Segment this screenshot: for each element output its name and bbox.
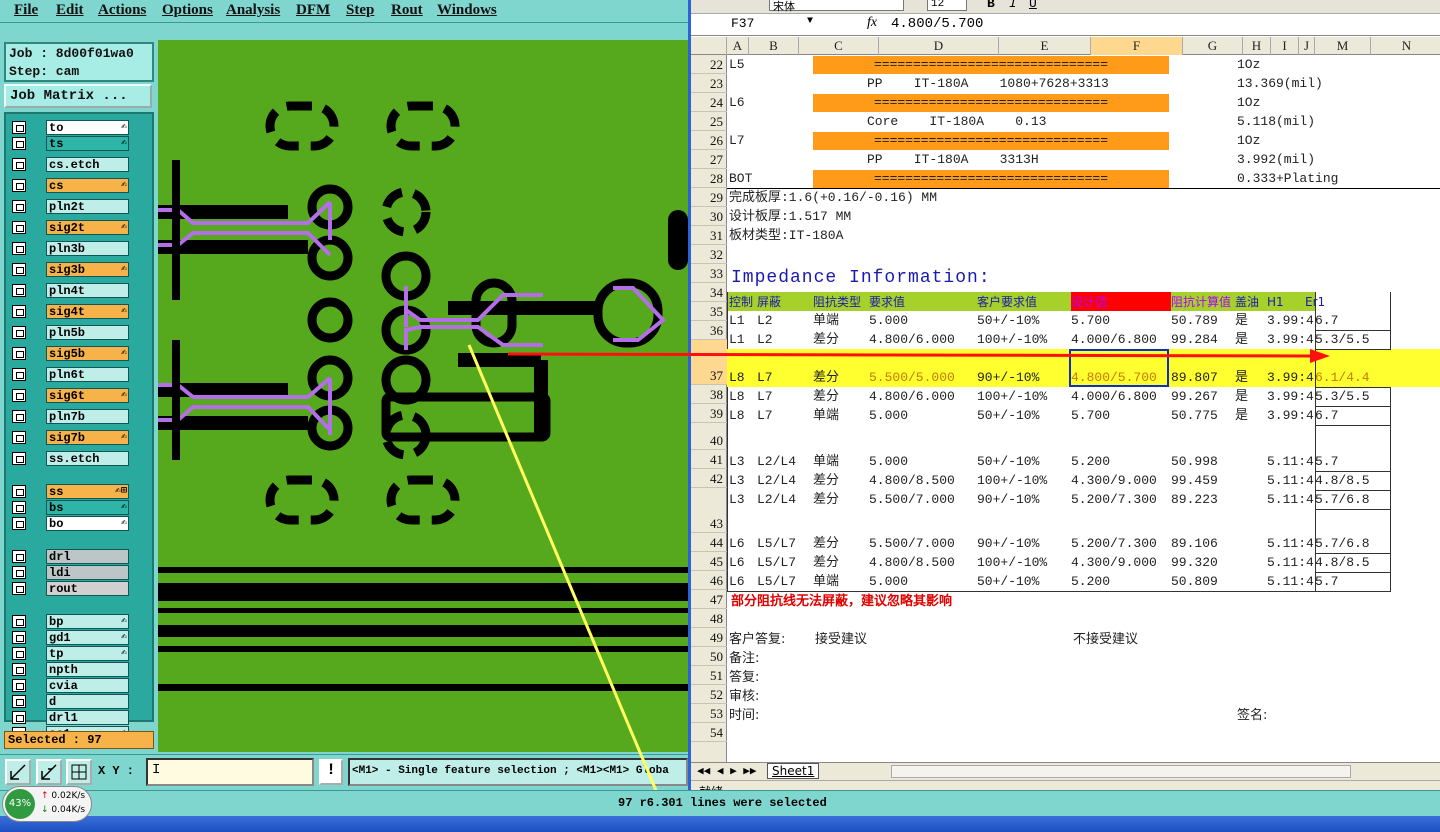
network-percent: 43% — [5, 789, 35, 819]
network-monitor: 43% ↑ 0.02K/s ↓ 0.04K/s — [2, 786, 92, 822]
red-arrow-line — [507, 352, 1311, 358]
cam-status-line: 97 r6.301 lines were selected — [0, 790, 1440, 816]
taskbar — [0, 816, 1440, 832]
selection-status: 97 r6.301 lines were selected — [618, 796, 827, 810]
annotation-overlay — [467, 344, 1330, 801]
yellow-pointer-line — [467, 344, 662, 801]
download-arrow-icon: ↓ — [41, 805, 49, 815]
red-arrow-head — [1310, 349, 1330, 363]
download-speed: 0.04K/s — [51, 805, 86, 815]
upload-speed: 0.02K/s — [51, 791, 86, 801]
upload-arrow-icon: ↑ — [41, 791, 49, 801]
